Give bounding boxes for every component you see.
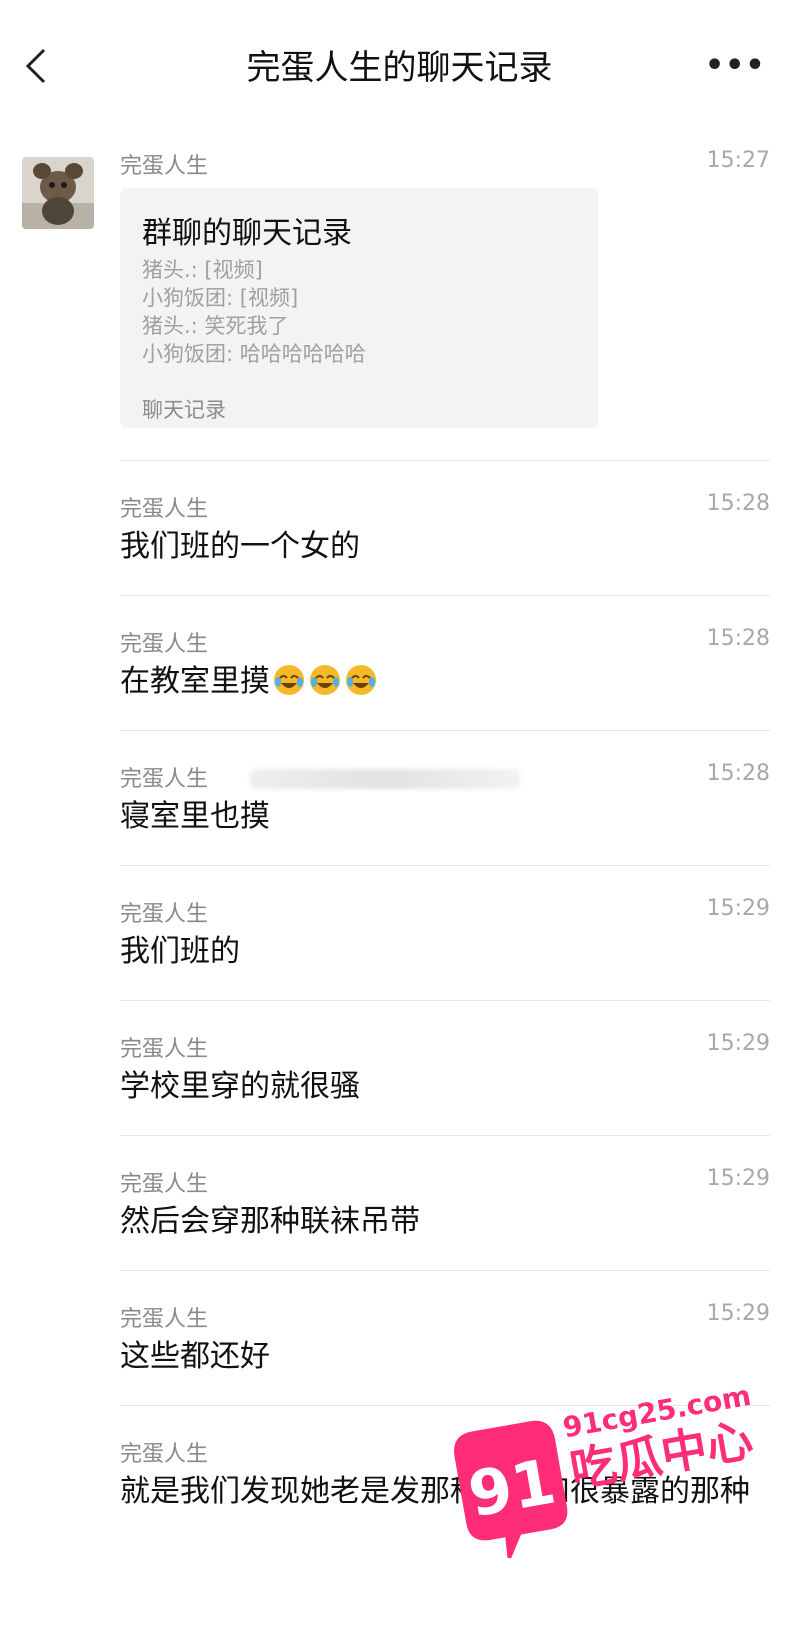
sender-name: 完蛋人生 xyxy=(120,632,209,657)
message-text: 我们班的一个女的 xyxy=(120,529,360,564)
list-item: 完蛋人生 15:29 我们班的 xyxy=(120,865,770,1000)
list-item: 完蛋人生 15:28 寝室里也摸 xyxy=(120,730,770,865)
list-item: 完蛋人生 15:27 群聊的聊天记录 猪头.: [视频] 小狗饭团: [视频] … xyxy=(120,140,770,460)
avatar[interactable] xyxy=(22,157,94,229)
watermark-number: 91 xyxy=(463,1444,561,1531)
message-text: 在教室里摸 xyxy=(120,664,270,699)
message-time: 15:29 xyxy=(706,1166,770,1191)
laughing-crying-emoji-icon xyxy=(310,665,340,695)
blurred-region xyxy=(250,769,520,789)
nav-bar: 完蛋人生的聊天记录 ••• xyxy=(0,0,799,130)
list-item: 完蛋人生 15:28 在教室里摸 xyxy=(120,595,770,730)
sender-name: 完蛋人生 xyxy=(120,1172,209,1197)
message-line: 在教室里摸 xyxy=(120,662,770,702)
message-text: 寝室里也摸 xyxy=(120,799,270,834)
list-item: 完蛋人生 15:29 学校里穿的就很骚 xyxy=(120,1000,770,1135)
avatar-image xyxy=(22,157,94,229)
list-item: 完蛋人生 15:29 然后会穿那种联袜吊带 xyxy=(120,1135,770,1270)
sender-name: 完蛋人生 xyxy=(120,767,209,792)
laughing-crying-emoji-icon xyxy=(274,665,304,695)
message-time: 15:29 xyxy=(706,1301,770,1326)
message-time: 15:28 xyxy=(706,626,770,651)
message-text: 学校里穿的就很骚 xyxy=(120,1069,360,1104)
message-time: 15:27 xyxy=(706,148,770,173)
card-title: 群聊的聊天记录 xyxy=(142,216,352,251)
sender-name: 完蛋人生 xyxy=(120,154,209,179)
card-line: 猪头.: [视频] xyxy=(142,258,263,282)
message-time: 15:29 xyxy=(706,896,770,921)
message-text: 然后会穿那种联袜吊带 xyxy=(120,1204,420,1239)
sender-name: 完蛋人生 xyxy=(120,1307,209,1332)
card-line: 猪头.: 笑死我了 xyxy=(142,314,289,338)
watermark-logo: 91 91cg25.com 吃瓜中心 xyxy=(454,1379,757,1558)
more-options-button[interactable]: ••• xyxy=(705,48,765,88)
sender-name: 完蛋人生 xyxy=(120,902,209,927)
sender-name: 完蛋人生 xyxy=(120,1037,209,1062)
forwarded-chat-card[interactable]: 群聊的聊天记录 猪头.: [视频] 小狗饭团: [视频] 猪头.: 笑死我了 小… xyxy=(120,188,598,428)
list-item: 完蛋人生 15:28 我们班的一个女的 xyxy=(120,460,770,595)
message-time: 15:29 xyxy=(706,1031,770,1056)
message-text: 我们班的 xyxy=(120,934,240,969)
card-footer-label: 聊天记录 xyxy=(142,398,226,422)
message-time: 15:28 xyxy=(706,491,770,516)
message-time: 15:28 xyxy=(706,761,770,786)
page-title: 完蛋人生的聊天记录 xyxy=(246,48,553,88)
sender-name: 完蛋人生 xyxy=(120,497,209,522)
sender-name: 完蛋人生 xyxy=(120,1442,209,1467)
card-line: 小狗饭团: 哈哈哈哈哈哈 xyxy=(142,342,366,366)
card-line: 小狗饭团: [视频] xyxy=(142,286,299,310)
laughing-crying-emoji-icon xyxy=(346,665,376,695)
